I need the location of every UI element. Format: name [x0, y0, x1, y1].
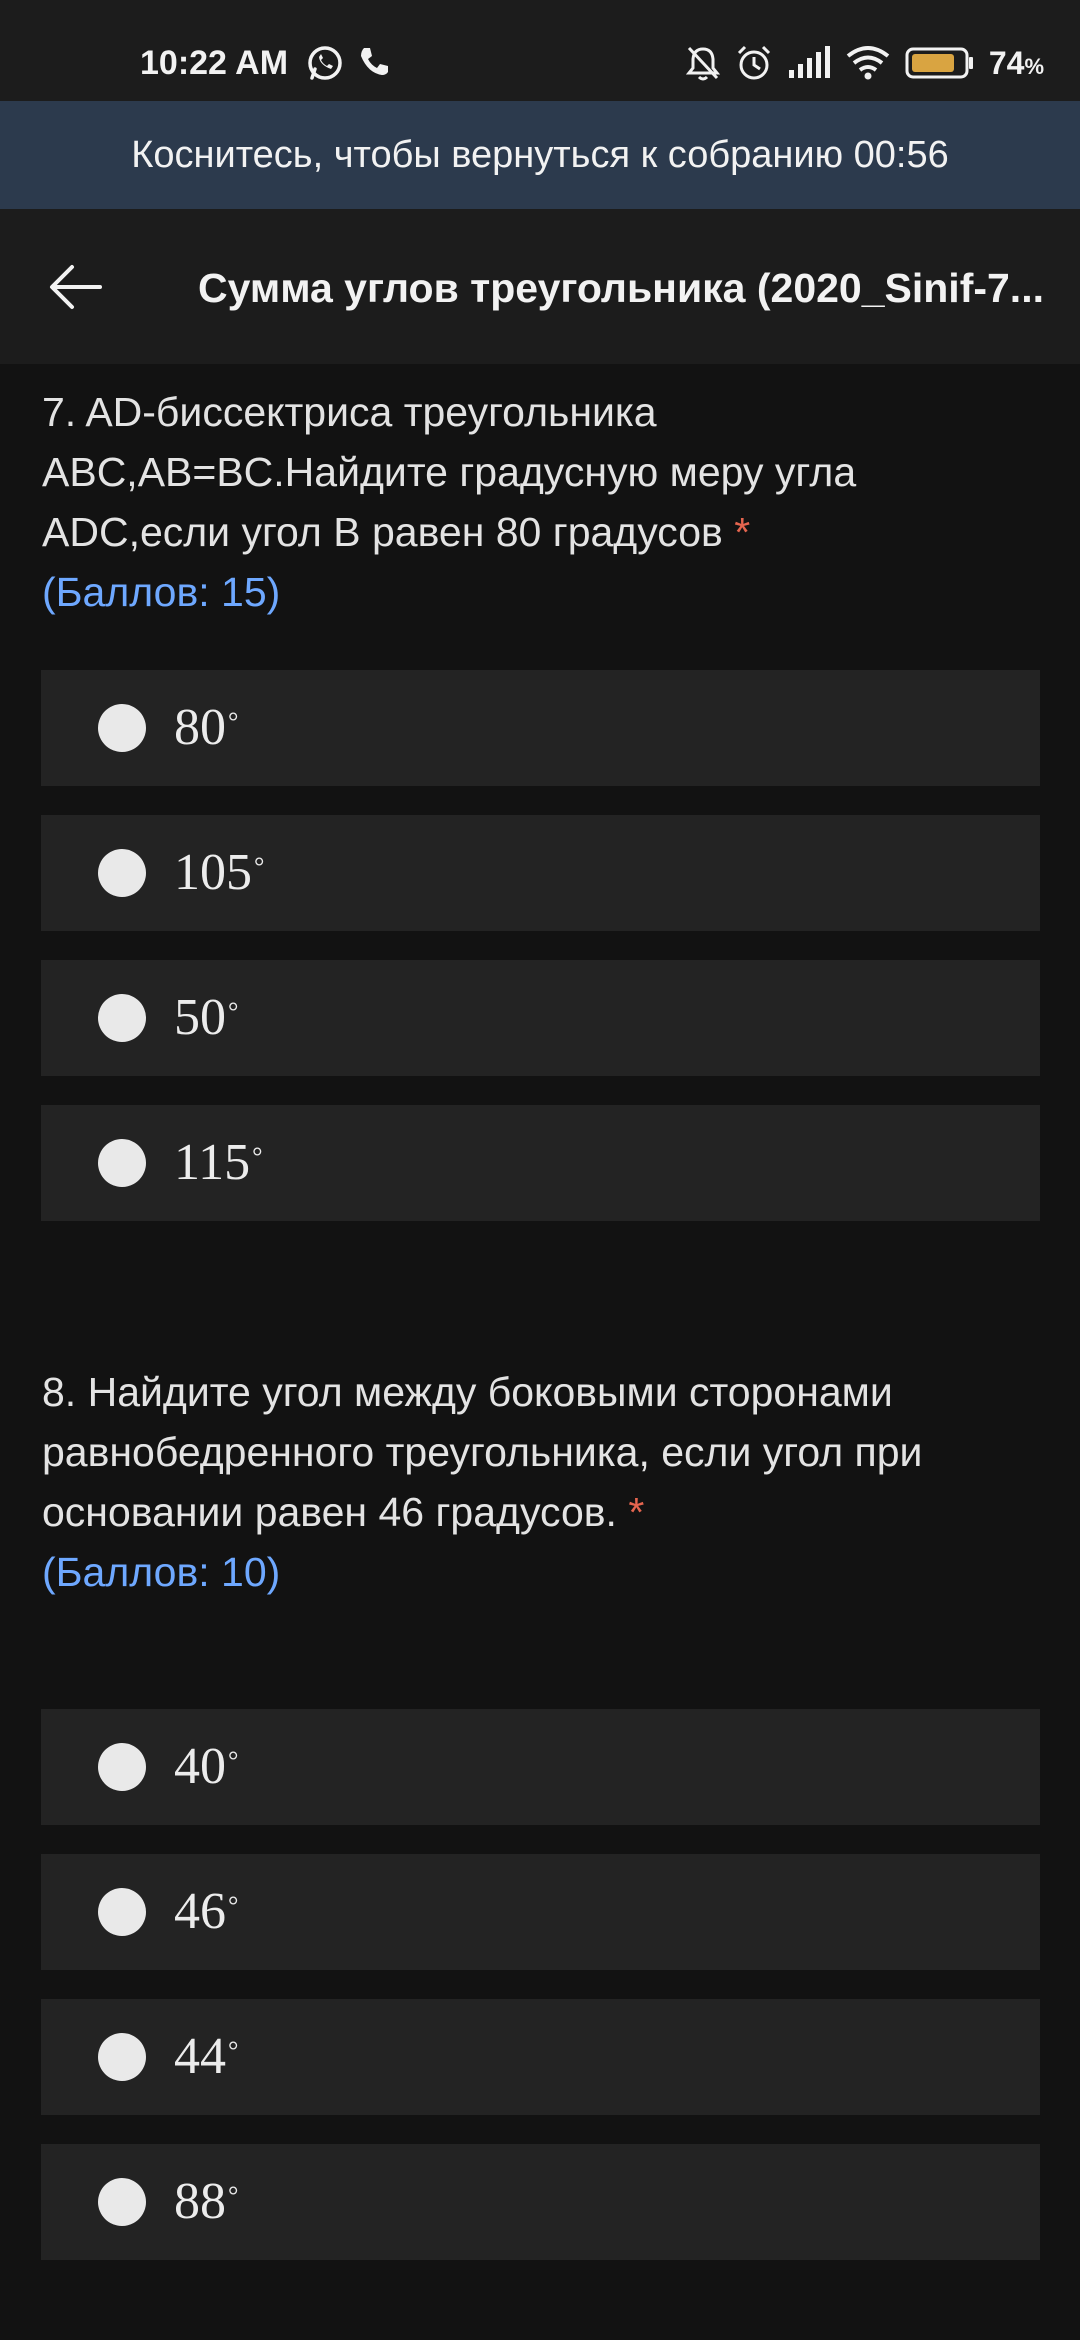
required-marker: *	[734, 509, 751, 555]
option-label: 105°	[174, 844, 265, 901]
option-label: 88°	[174, 2173, 239, 2230]
option-label: 115°	[174, 1134, 263, 1191]
question-text: 7. AD-биссектриса треугольника ABC,AB=BC…	[42, 389, 857, 555]
status-bar: 10:22 AM 74%	[0, 0, 1080, 101]
return-to-meeting-banner[interactable]: Коснитесь, чтобы вернуться к собранию 00…	[0, 101, 1080, 209]
app-bar: Сумма углов треугольника (2020_Sinif-7..…	[0, 209, 1080, 364]
radio-button[interactable]	[98, 704, 146, 752]
page-title: Сумма углов треугольника (2020_Sinif-7..…	[198, 265, 1044, 311]
radio-button[interactable]	[98, 849, 146, 897]
radio-button[interactable]	[98, 2178, 146, 2226]
radio-button[interactable]	[98, 1888, 146, 1936]
question-7: 7. AD-биссектриса треугольника ABC,AB=BC…	[42, 382, 1032, 622]
status-time: 10:22 AM	[140, 44, 289, 82]
question-text: 8. Найдите угол между боковыми сторонами…	[42, 1369, 923, 1535]
wifi-icon	[845, 45, 891, 81]
phone-icon	[356, 44, 396, 84]
radio-button[interactable]	[98, 994, 146, 1042]
option-88[interactable]: 88°	[41, 2144, 1040, 2260]
radio-button[interactable]	[98, 1139, 146, 1187]
status-icons: 74%	[685, 40, 1044, 86]
question-8: 8. Найдите угол между боковыми сторонами…	[42, 1362, 1032, 1602]
alarm-icon	[735, 44, 773, 82]
option-50[interactable]: 50°	[41, 960, 1040, 1076]
signal-icon	[787, 46, 831, 80]
option-label: 80°	[174, 699, 239, 756]
option-label: 50°	[174, 989, 239, 1046]
question-points: (Баллов: 10)	[42, 1549, 281, 1595]
whatsapp-icon	[306, 44, 346, 84]
radio-button[interactable]	[98, 2033, 146, 2081]
option-80[interactable]: 80°	[41, 670, 1040, 786]
mute-bell-icon	[685, 44, 721, 82]
option-label: 46°	[174, 1883, 239, 1940]
option-44[interactable]: 44°	[41, 1999, 1040, 2115]
question-points: (Баллов: 15)	[42, 569, 281, 615]
battery-percent: 74%	[988, 44, 1044, 81]
arrow-left-icon	[50, 265, 102, 309]
battery-icon	[905, 45, 975, 81]
banner-text: Коснитесь, чтобы вернуться к собранию 00…	[131, 133, 949, 176]
radio-button[interactable]	[98, 1743, 146, 1791]
option-label: 40°	[174, 1738, 239, 1795]
option-label: 44°	[174, 2028, 239, 2085]
option-115[interactable]: 115°	[41, 1105, 1040, 1221]
option-40[interactable]: 40°	[41, 1709, 1040, 1825]
required-marker: *	[628, 1489, 645, 1535]
back-button[interactable]	[36, 251, 116, 323]
option-105[interactable]: 105°	[41, 815, 1040, 931]
option-46[interactable]: 46°	[41, 1854, 1040, 1970]
